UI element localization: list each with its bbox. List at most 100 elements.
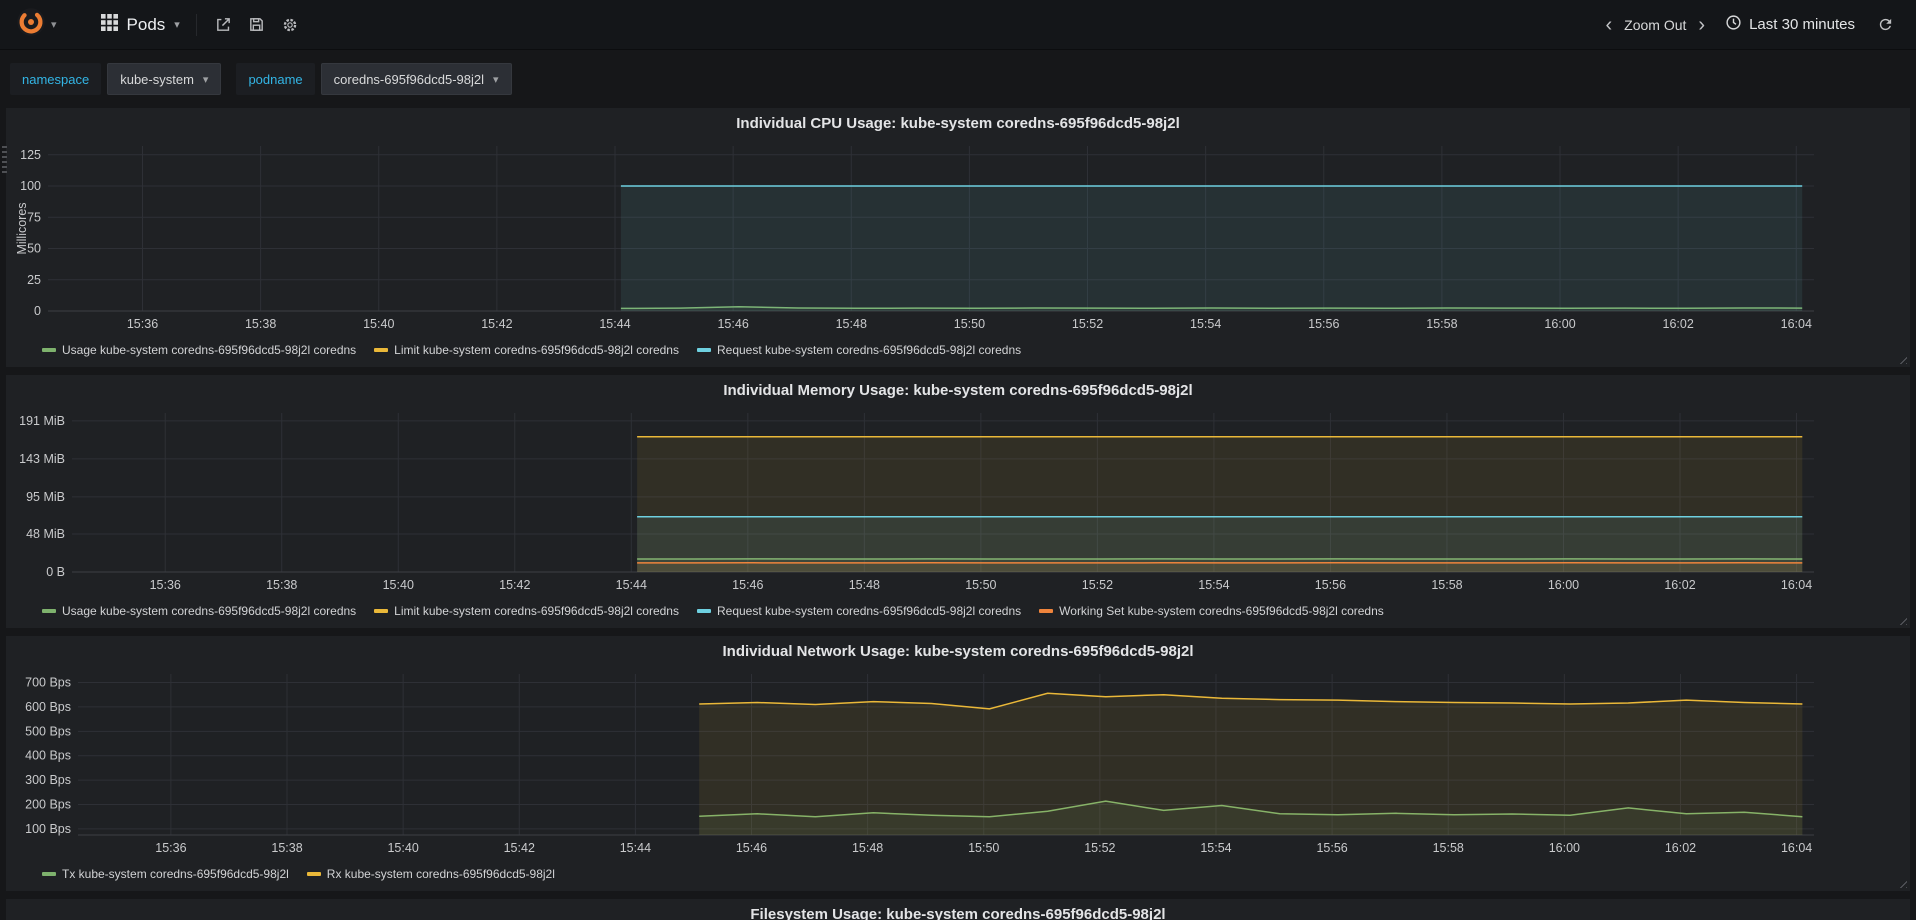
x-tick-label: 15:48 (836, 317, 867, 331)
legend-item[interactable]: Limit kube-system coredns-695f96dcd5-98j… (374, 343, 679, 357)
x-tick-label: 15:58 (1433, 841, 1464, 855)
panel-title-filesystem[interactable]: Filesystem Usage: kube-system coredns-69… (14, 903, 1902, 920)
navbar: ▾ Pods ▾ ‹ Zoom Out › Last 30 minutes (0, 0, 1916, 50)
save-button[interactable] (240, 10, 273, 39)
memory-usage-chart[interactable]: 15:36 15:38 15:40 15:42 15:44 15:46 15:48 15:50… (14, 403, 1902, 598)
dashboard-picker[interactable]: Pods ▾ (91, 8, 190, 42)
x-tick-label: 15:50 (954, 317, 985, 331)
network-legend: Tx kube-system coredns-695f96dcd5-98j2l R… (14, 861, 1902, 887)
refresh-button[interactable] (1869, 10, 1902, 39)
x-tick-label: 15:36 (150, 578, 181, 592)
variable-namespace-value-dropdown[interactable]: kube-system ▾ (107, 63, 222, 95)
y-tick-label: 125 (20, 148, 41, 162)
legend-series-color (374, 609, 389, 613)
x-tick-label: 15:46 (736, 841, 767, 855)
x-tick-label: 15:40 (363, 317, 394, 331)
x-tick-label: 15:44 (616, 578, 647, 592)
caret-down-icon: ▾ (202, 73, 209, 86)
panel-network-usage: Individual Network Usage: kube-system co… (6, 636, 1910, 891)
legend-item[interactable]: Rx kube-system coredns-695f96dcd5-98j2l (306, 867, 555, 881)
legend-series-color (42, 609, 56, 613)
refresh-icon (1877, 16, 1894, 33)
legend-series-name: Rx kube-system coredns-695f96dcd5-98j2l (326, 867, 555, 881)
x-tick-label: 15:52 (1082, 578, 1113, 592)
x-tick-label: 15:52 (1084, 841, 1115, 855)
legend-series-color (374, 348, 389, 352)
dashboard-title: Pods (126, 14, 166, 34)
legend-series-name: Request kube-system coredns-695f96dcd5-9… (716, 604, 1022, 618)
x-tick-label: 15:44 (620, 841, 651, 855)
memory-legend: Usage kube-system coredns-695f96dcd5-98j… (14, 598, 1902, 624)
x-tick-label: 16:02 (1665, 841, 1696, 855)
legend-item[interactable]: Usage kube-system coredns-695f96dcd5-98j… (42, 343, 356, 357)
x-tick-label: 15:40 (383, 578, 414, 592)
series-area-rx (699, 693, 1803, 835)
time-shift-right-button[interactable]: › (1692, 15, 1711, 35)
legend-series-name: Usage kube-system coredns-695f96dcd5-98j… (62, 343, 357, 357)
chart-svg: 15:36 15:38 15:40 15:42 15:44 15:46 15:48 15:50… (19, 413, 1814, 592)
x-tick-label: 16:02 (1663, 317, 1694, 331)
x-tick-label: 15:46 (717, 317, 748, 331)
network-usage-chart[interactable]: 15:36 15:38 15:40 15:42 15:44 15:46 15:48 15:50… (14, 664, 1902, 861)
x-tick-label: 15:42 (499, 578, 530, 592)
x-tick-label: 15:38 (271, 841, 302, 855)
time-shift-left-button[interactable]: ‹ (1600, 15, 1619, 35)
time-range-picker[interactable]: Last 30 minutes (1715, 8, 1865, 42)
cpu-usage-chart[interactable]: 15:36 15:38 15:40 15:42 15:44 15:46 15:48 15:50… (14, 136, 1902, 337)
variable-podname-value: coredns-695f96dcd5-98j2l (333, 71, 484, 87)
x-tick-label: 15:58 (1426, 317, 1457, 331)
y-tick-label: 100 Bps (25, 822, 71, 836)
panel-row-drag-handle[interactable] (2, 146, 7, 174)
legend-series-name: Working Set kube-system coredns-695f96dc… (1059, 604, 1384, 618)
legend-series-name: Request kube-system coredns-695f96dcd5-9… (716, 343, 1022, 357)
series-area-working (637, 562, 1803, 572)
y-tick-label: 0 (34, 304, 41, 318)
y-tick-label: 300 Bps (25, 773, 71, 787)
x-tick-label: 16:00 (1548, 578, 1579, 592)
legend-item[interactable]: Working Set kube-system coredns-695f96dc… (1039, 604, 1384, 618)
legend-series-name: Limit kube-system coredns-695f96dcd5-98j… (394, 604, 679, 618)
cpu-legend: Usage kube-system coredns-695f96dcd5-98j… (14, 337, 1902, 363)
x-tick-label: 15:54 (1200, 841, 1231, 855)
template-variables-bar: namespace kube-system ▾ podname coredns-… (0, 50, 1916, 108)
caret-down-icon: ▾ (174, 19, 180, 31)
divider (195, 13, 197, 36)
zoom-out-button[interactable]: Zoom Out (1622, 17, 1688, 33)
grafana-logo-icon (16, 7, 46, 42)
legend-item[interactable]: Request kube-system coredns-695f96dcd5-9… (696, 343, 1022, 357)
panel-title-cpu[interactable]: Individual CPU Usage: kube-system coredn… (14, 112, 1902, 136)
legend-series-color (306, 872, 321, 876)
panel-title-memory[interactable]: Individual Memory Usage: kube-system cor… (14, 379, 1902, 403)
legend-item[interactable]: Request kube-system coredns-695f96dcd5-9… (696, 604, 1022, 618)
y-tick-label: 50 (27, 242, 41, 256)
variable-podname-value-dropdown[interactable]: coredns-695f96dcd5-98j2l ▾ (320, 63, 512, 95)
x-tick-label: 16:04 (1781, 578, 1812, 592)
variable-namespace-value: kube-system (120, 71, 194, 87)
panel-title-network[interactable]: Individual Network Usage: kube-system co… (14, 640, 1902, 664)
x-tick-label: 15:58 (1431, 578, 1462, 592)
grafana-logo-menu[interactable]: ▾ (14, 3, 65, 46)
legend-item[interactable]: Limit kube-system coredns-695f96dcd5-98j… (374, 604, 679, 618)
x-tick-label: 15:38 (245, 317, 276, 331)
y-axis-label: Millicores (15, 202, 29, 254)
grid-icon (100, 13, 118, 36)
legend-item[interactable]: Usage kube-system coredns-695f96dcd5-98j… (42, 604, 356, 618)
save-icon (248, 16, 265, 33)
y-tick-label: 100 (20, 179, 41, 193)
x-tick-label: 16:04 (1781, 841, 1812, 855)
legend-item[interactable]: Tx kube-system coredns-695f96dcd5-98j2l (42, 867, 289, 881)
legend-series-name: Tx kube-system coredns-695f96dcd5-98j2l (62, 867, 289, 881)
legend-series-name: Limit kube-system coredns-695f96dcd5-98j… (394, 343, 679, 357)
caret-down-icon: ▾ (51, 19, 57, 31)
settings-button[interactable] (273, 10, 307, 40)
x-tick-label: 16:02 (1664, 578, 1695, 592)
x-tick-label: 16:00 (1549, 841, 1580, 855)
x-tick-label: 15:42 (481, 317, 512, 331)
panel-filesystem-usage: Filesystem Usage: kube-system coredns-69… (6, 899, 1910, 920)
share-icon (215, 16, 232, 33)
legend-series-color (696, 348, 711, 352)
share-button[interactable] (207, 10, 240, 39)
x-tick-label: 15:48 (852, 841, 883, 855)
x-tick-label: 15:42 (504, 841, 535, 855)
x-tick-label: 15:38 (266, 578, 297, 592)
